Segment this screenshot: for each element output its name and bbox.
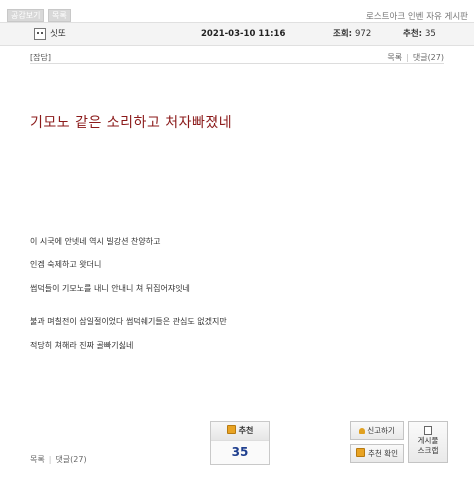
siren-icon: [359, 428, 366, 434]
report-button[interactable]: 신고하기: [350, 421, 404, 440]
scrap-label-1: 게시물: [417, 436, 439, 445]
body-line-1: 이 시국에 안넷네 역시 빌강션 찬양하고: [30, 237, 161, 246]
post-category: [잡담]: [30, 53, 51, 62]
top-nav-links: 목록 | 댓글(27): [387, 52, 444, 63]
bottom-comments-link[interactable]: 댓글(27): [55, 455, 86, 464]
report-label: 신고하기: [367, 426, 395, 435]
recommend-button[interactable]: 추천 35: [210, 421, 270, 465]
recommend-header: 추천: [211, 422, 269, 441]
avatar-icon[interactable]: [34, 28, 46, 40]
recommend-count: 추천: 35: [403, 29, 436, 39]
thumbs-up-icon: [356, 448, 365, 457]
recommend-label: 추천: [238, 426, 254, 435]
body-line-5: 적당히 쳐해라 진짜 골빠기싫네: [30, 341, 134, 350]
body-line-2: 인겜 숙제하고 왓더니: [30, 260, 102, 269]
scrap-label-2: 스크랩: [417, 446, 439, 455]
divider: |: [406, 53, 409, 62]
post-title: 기모노 같은 소리하고 처자빠졌네: [30, 115, 233, 131]
divider: |: [48, 455, 52, 464]
divider-line: [30, 63, 444, 64]
check-recommend-button[interactable]: 추천 확인: [350, 444, 404, 463]
bottom-nav-links: 목록 | 댓글(27): [30, 454, 87, 465]
top-bar: 공감보기 목록 로스트아크 인벤 자유 게시판: [0, 0, 474, 22]
check-recommend-label: 추천 확인: [368, 449, 398, 458]
thumbs-up-icon: [226, 425, 236, 434]
document-icon: [424, 426, 432, 435]
post-date: 2021-03-10 11:16: [201, 29, 286, 39]
body-line-3: 썹덕들이 기모노를 내니 안내니 쳐 뒤집어쟈잇네: [30, 284, 190, 293]
view-count: 조회: 972: [333, 29, 372, 39]
comments-link[interactable]: 댓글(27): [413, 53, 444, 62]
list-link[interactable]: 목록: [387, 53, 402, 62]
view-recommend-button[interactable]: 공감보기: [7, 9, 45, 22]
author-name[interactable]: 싯또: [50, 23, 66, 45]
top-list-button[interactable]: 목록: [48, 9, 71, 22]
recommend-total: 35: [231, 445, 249, 459]
bottom-list-link[interactable]: 목록: [30, 455, 45, 464]
board-title[interactable]: 로스트아크 인벤 자유 게시판: [366, 10, 468, 22]
scrap-button[interactable]: 게시물 스크랩: [408, 421, 448, 463]
body-line-4: 불과 며칠전이 삼일절이었다 썹덕쉐기들은 관심도 없겠지만: [30, 317, 227, 326]
post-info-bar: 싯또 2021-03-10 11:16 조회: 972 추천: 35: [0, 22, 474, 46]
